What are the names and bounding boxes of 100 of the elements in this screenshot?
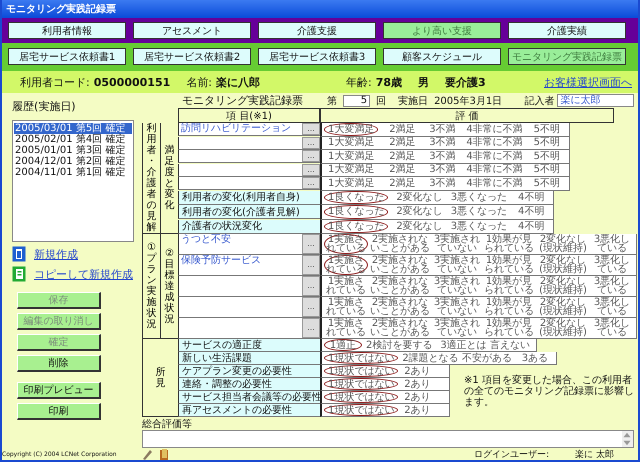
nav-tab[interactable]: 顧客スケジュール: [383, 48, 501, 65]
history-item[interactable]: 2005/01/01 第3回 確定: [14, 145, 132, 156]
history-item[interactable]: 2005/03/01 第5回 確定: [14, 123, 132, 134]
rating-option[interactable]: 2変化なし: [392, 190, 447, 204]
rating-option[interactable]: 3悪くなった: [446, 190, 512, 204]
rating-option[interactable]: 1効果が見られている: [482, 318, 536, 338]
item-field[interactable]: 訪問リハビリテーション: [179, 123, 302, 135]
rating-option[interactable]: 1実施されている: [324, 318, 368, 338]
rating-option[interactable]: 1現状ではない: [324, 352, 398, 364]
picker-button[interactable]: …: [302, 234, 320, 254]
rating-option[interactable]: 2変化なし: [392, 205, 447, 218]
rating-option[interactable]: 1大変満足: [324, 150, 378, 162]
rating-option[interactable]: 1現状ではない: [324, 404, 398, 416]
item-field[interactable]: [179, 136, 302, 148]
rating-option[interactable]: 2課題となる 不安がある: [398, 352, 516, 364]
rating-option[interactable]: 4不明: [511, 205, 552, 218]
item-field[interactable]: うつと不安: [179, 234, 302, 254]
rating-option[interactable]: 2満足: [382, 123, 422, 136]
picker-button[interactable]: …: [302, 164, 320, 176]
nav-tab[interactable]: 介護支援: [258, 22, 376, 39]
rating-option[interactable]: 5不明: [526, 136, 567, 149]
rating-option[interactable]: 3悪化している: [590, 297, 634, 317]
rating-option[interactable]: 5不明: [526, 150, 567, 162]
rating-option[interactable]: 1適正: [324, 339, 362, 351]
rating-option[interactable]: 2実施されないことがある: [368, 318, 432, 338]
rating-option[interactable]: 2あり: [398, 391, 436, 403]
item-field[interactable]: [179, 177, 302, 189]
rating-option[interactable]: 4不明: [511, 220, 552, 233]
customer-select-link[interactable]: お客様選択画面へ: [544, 74, 632, 90]
scrollbar[interactable]: [622, 431, 633, 447]
picker-button[interactable]: …: [302, 318, 320, 338]
rating-option[interactable]: 4非常に不満: [462, 164, 527, 176]
rating-option[interactable]: 1良くなった: [324, 205, 388, 218]
nav-tab[interactable]: モニタリング実践記録票: [508, 48, 626, 65]
picker-button[interactable]: …: [302, 150, 320, 162]
picker-button[interactable]: …: [302, 136, 320, 148]
rating-option[interactable]: 5不明: [526, 123, 567, 136]
rating-option[interactable]: 1大変満足: [324, 177, 378, 190]
rating-option[interactable]: 2満足: [382, 136, 422, 149]
rating-option[interactable]: 2実施されないことがある: [368, 255, 432, 275]
rating-option[interactable]: 2変化なし(現状維持): [536, 255, 590, 275]
history-item[interactable]: 2004/11/01 第1回 確定: [14, 167, 132, 178]
rating-option[interactable]: 2あり: [398, 404, 436, 416]
action-button[interactable]: 印刷プレビュー: [17, 382, 101, 399]
rating-option[interactable]: 3悪くなった: [446, 205, 512, 218]
rating-option[interactable]: 1良くなった: [324, 220, 388, 233]
history-list[interactable]: 2005/03/01 第5回 確定 2005/02/01 第4回 確定 2005/01/01 第3回 確定 2004/12/01 第2回 確定 2004/11/01 第1回 確定: [12, 120, 134, 242]
action-button[interactable]: 印刷: [17, 403, 101, 420]
rating-option[interactable]: 1効果が見られている: [482, 234, 536, 254]
rating-option[interactable]: 1大変満足: [324, 164, 378, 176]
item-field[interactable]: [179, 297, 302, 317]
item-field[interactable]: [179, 150, 302, 162]
rating-option[interactable]: 3不満: [422, 136, 462, 149]
rating-option[interactable]: 2変化なし(現状維持): [536, 234, 590, 254]
comment-field[interactable]: [142, 430, 634, 448]
action-button[interactable]: 削除: [17, 355, 101, 372]
rating-option[interactable]: 3実施されていない: [432, 276, 482, 296]
picker-button[interactable]: …: [302, 177, 320, 189]
history-item[interactable]: 2004/12/01 第2回 確定: [14, 156, 132, 167]
nav-tab[interactable]: 介護実績: [508, 22, 626, 39]
rating-option[interactable]: 2変化なし(現状維持): [536, 297, 590, 317]
item-field[interactable]: 保険予防サービス: [179, 255, 302, 275]
nav-tab[interactable]: 利用者情報: [8, 22, 126, 39]
rating-option[interactable]: 3適正とは 言えない: [436, 339, 534, 351]
item-field[interactable]: [179, 164, 302, 176]
rating-option[interactable]: 1実施されている: [324, 297, 368, 317]
rating-option[interactable]: 3不満: [422, 164, 462, 176]
picker-button[interactable]: …: [302, 123, 320, 135]
rating-option[interactable]: 2実施されないことがある: [368, 297, 432, 317]
rating-option[interactable]: 2変化なし(現状維持): [536, 276, 590, 296]
rating-option[interactable]: 3実施されていない: [432, 255, 482, 275]
rating-option[interactable]: 2変化なし: [392, 220, 447, 233]
rating-option[interactable]: 3不満: [422, 177, 462, 190]
rating-option[interactable]: 2検討を要する: [362, 339, 436, 351]
rating-option[interactable]: 2満足: [382, 150, 422, 162]
rating-option[interactable]: 3悪化している: [590, 255, 634, 275]
rating-option[interactable]: 4非常に不満: [462, 177, 527, 190]
rating-option[interactable]: 4非常に不満: [462, 150, 527, 162]
rating-option[interactable]: 3悪化している: [590, 276, 634, 296]
rating-option[interactable]: 3悪化している: [590, 234, 634, 254]
rating-option[interactable]: 1効果が見られている: [482, 297, 536, 317]
rating-option[interactable]: 1実施されている: [324, 276, 368, 296]
rating-option[interactable]: 5不明: [526, 177, 567, 190]
rating-option[interactable]: 2あり: [398, 365, 436, 377]
picker-button[interactable]: …: [302, 297, 320, 317]
item-field[interactable]: [179, 318, 302, 338]
rating-option[interactable]: 2満足: [382, 164, 422, 176]
action-link[interactable]: 新規作成: [34, 246, 78, 262]
rating-option[interactable]: 3ある: [516, 352, 554, 364]
nav-tab[interactable]: 居宅サービス依頼書2: [133, 48, 251, 65]
rating-option[interactable]: 2あり: [398, 378, 436, 390]
rating-option[interactable]: 1効果が見られている: [482, 276, 536, 296]
picker-button[interactable]: …: [302, 255, 320, 275]
rating-option[interactable]: 3悪化している: [590, 318, 634, 338]
rating-option[interactable]: 2実施されないことがある: [368, 234, 432, 254]
rating-option[interactable]: 1現状ではない: [324, 391, 398, 403]
item-field[interactable]: [179, 276, 302, 296]
nav-tab[interactable]: アセスメント: [133, 22, 251, 39]
nav-tab[interactable]: より高い支援: [383, 22, 501, 39]
rating-option[interactable]: 2満足: [382, 177, 422, 190]
